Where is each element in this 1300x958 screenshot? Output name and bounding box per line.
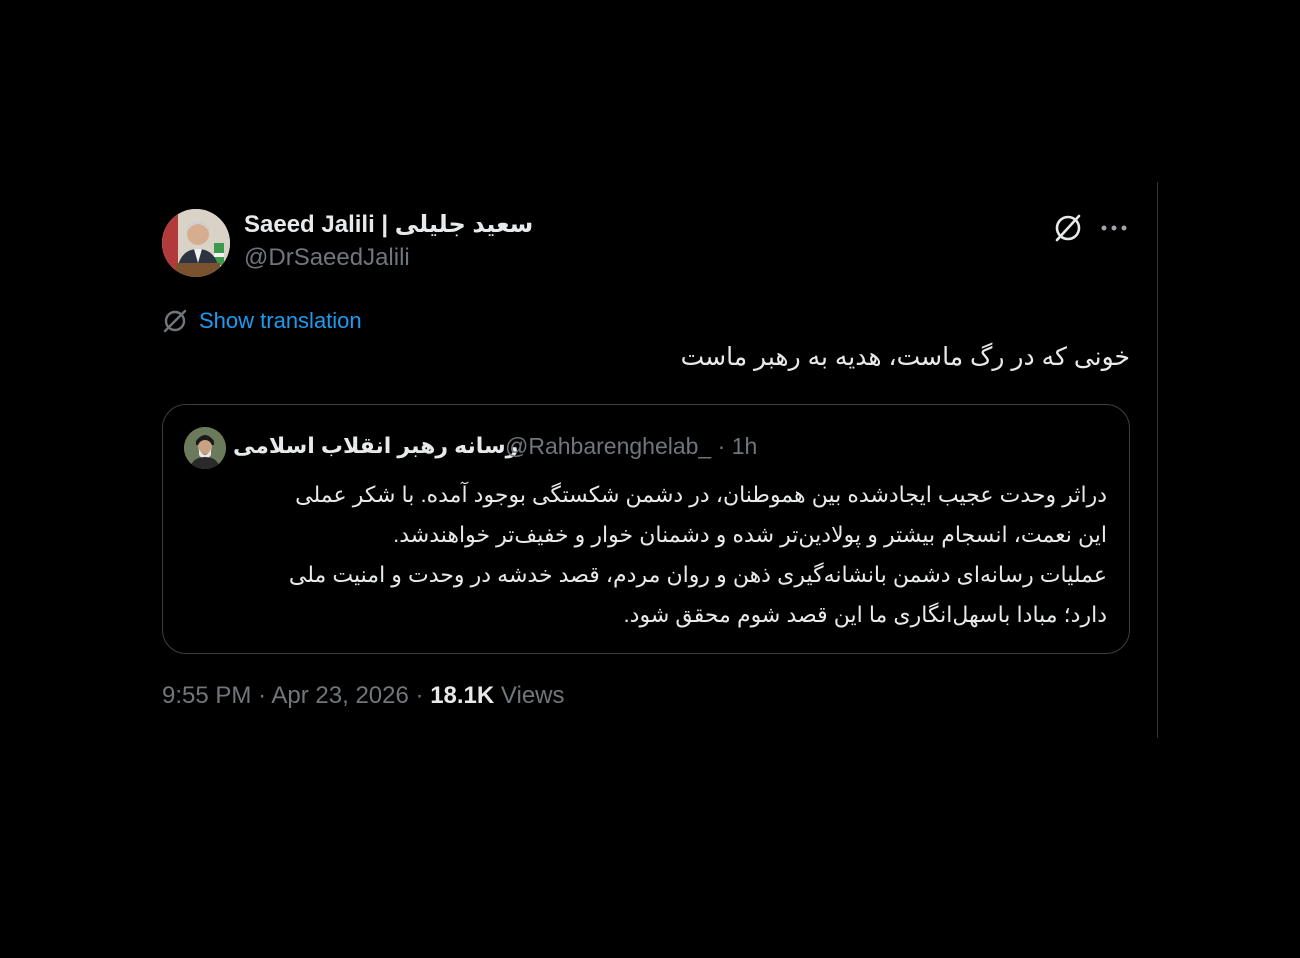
author-avatar-image: [162, 209, 230, 277]
quote-text-line: دراثر وحدت عجیب ایجادشده بین هموطنان، در…: [295, 482, 1107, 507]
translate-icon: [163, 309, 187, 333]
quote-meta: @Rahbarenghelab_ · 1h: [505, 433, 757, 460]
quote-separator: ·: [717, 433, 726, 459]
tweet-meta: 9:55 PM · Apr 23, 2026 · 18.1K Views: [162, 682, 565, 710]
quote-text: دراثر وحدت عجیب ایجادشده بین هموطنان، در…: [187, 475, 1107, 635]
tweet-date[interactable]: Apr 23, 2026: [271, 682, 408, 709]
author-name[interactable]: Saeed Jalili | سعید جلیلی: [244, 210, 533, 239]
show-translation-button[interactable]: Show translation: [162, 306, 362, 336]
tweet-text: خونی که در رگ ماست، هدیه به رهبر ماست: [680, 343, 1130, 371]
quote-text-line: عملیات رسانه‌ای دشمن بانشانه‌گیری ذهن و …: [288, 562, 1107, 587]
quote-text-line: این نعمت، انسجام بیشتر و پولادین‌تر شده …: [393, 522, 1107, 547]
quote-text-line: دارد؛ مبادا باسهل‌انگاری ما این قصد شوم …: [623, 602, 1107, 627]
author-handle[interactable]: @DrSaeedJalili: [244, 244, 410, 272]
quoted-tweet[interactable]: رسانه رهبر انقلاب اسلامی @Rahbarenghelab…: [162, 404, 1130, 654]
grok-button[interactable]: [1052, 212, 1084, 244]
quote-avatar[interactable]: [184, 427, 226, 469]
show-translation-label: Show translation: [199, 308, 362, 333]
meta-separator: ·: [415, 682, 424, 709]
meta-separator: ·: [258, 682, 267, 709]
quote-avatar-image: [184, 427, 226, 469]
quote-author-name[interactable]: رسانه رهبر انقلاب اسلامی: [233, 433, 518, 459]
more-icon: [1101, 225, 1127, 231]
tweet: Saeed Jalili | سعید جلیلی @DrSaeedJalili: [162, 200, 1130, 709]
quote-timestamp[interactable]: 1h: [732, 433, 758, 459]
author-avatar[interactable]: [162, 209, 230, 277]
tweet-header: Saeed Jalili | سعید جلیلی @DrSaeedJalili: [162, 200, 1130, 280]
views-count: 18.1K: [430, 682, 495, 709]
tweet-time[interactable]: 9:55 PM: [162, 682, 251, 709]
quote-author-handle[interactable]: @Rahbarenghelab_: [505, 433, 711, 459]
grok-icon: [1055, 214, 1081, 242]
views-label: Views: [500, 682, 565, 709]
more-button[interactable]: [1098, 212, 1130, 244]
page: Saeed Jalili | سعید جلیلی @DrSaeedJalili: [0, 0, 1300, 958]
column-divider: [1157, 182, 1158, 738]
